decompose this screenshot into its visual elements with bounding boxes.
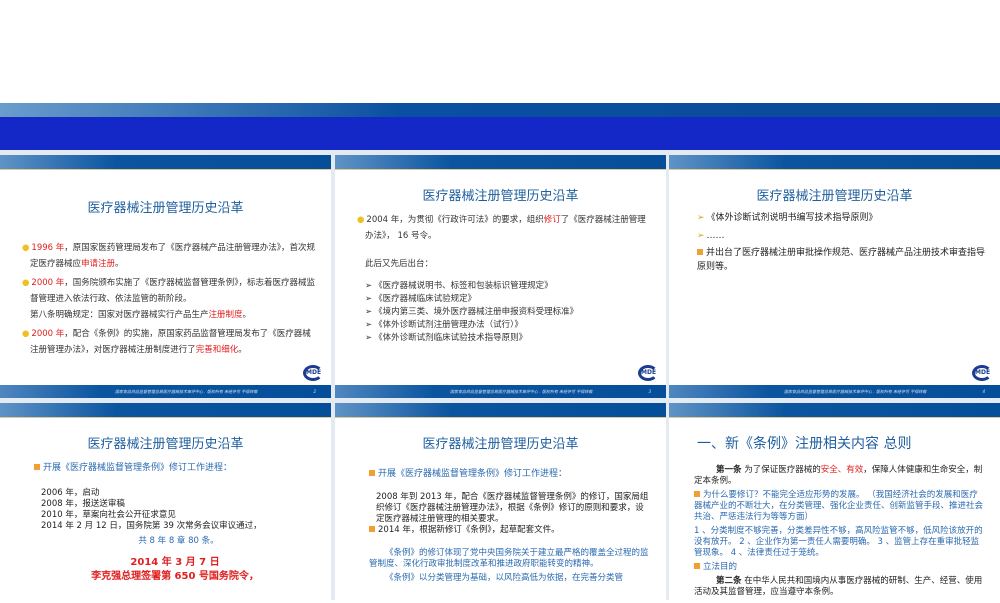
slide-thumbnail[interactable]: 一、新《条例》注册相关内容 总则 第一条 为了保证医疗器械的安全、有效，保障人体… [669, 403, 1000, 603]
slide-grid: 医疗器械注册管理历史沿革 ● 1996 年，原国家医药管理局发布了《医疗器械产品注… [0, 150, 1000, 603]
slide-footer: 国家食品药品监督管理总局医疗器械技术审评中心 . 版权所有 未经许可 不得转载 4 [669, 385, 1000, 398]
slide-body: ➢ 《体外诊断试剂说明书编写技术指导原则》 ➢…… 并出台了医疗器械注册审批操作规… [697, 213, 986, 272]
slide-thumbnail[interactable]: 医疗器械注册管理历史沿革 开展《医疗器械监督管理条例》修订工作进程： 2008 … [335, 403, 666, 603]
slide-title: 医疗器械注册管理历史沿革 [87, 437, 244, 452]
slide-title: 医疗器械注册管理历史沿革 [422, 437, 579, 452]
slide-thumbnail[interactable]: 医疗器械注册管理历史沿革 开展《医疗器械监督管理条例》修订工作进程： 2006 … [0, 403, 331, 603]
mde-logo: MDE [638, 365, 658, 381]
slide-title: 医疗器械注册管理历史沿革 [87, 201, 244, 216]
slide-body: ● 2004 年，为贯彻《行政许可法》的要求，组织修订了《医疗器械注册管理办法》，… [357, 215, 646, 343]
slide-body: ● 1996 年，原国家医药管理局发布了《医疗器械产品注册管理办法》，首次规定医疗… [22, 243, 316, 355]
slide-body: 第一条 为了保证医疗器械的安全、有效，保障人体健康和生命安全，制定本条例。 为什… [694, 465, 984, 597]
slide-body: 开展《医疗器械监督管理条例》修订工作进程： 2006 年，启动 2008 年，报… [34, 463, 316, 582]
mde-logo: MDE [972, 365, 992, 381]
slide-title: 一、新《条例》注册相关内容 总则 [697, 436, 912, 452]
top-blank-area [0, 0, 1000, 103]
slide-thumbnail[interactable]: 医疗器械注册管理历史沿革 ● 2004 年，为贯彻《行政许可法》的要求，组织修订了… [335, 155, 666, 398]
mde-logo: MDE [303, 365, 323, 381]
header-banner [0, 103, 1000, 150]
slide-thumbnail[interactable]: 医疗器械注册管理历史沿革 ● 1996 年，原国家医药管理局发布了《医疗器械产品注… [0, 155, 331, 398]
slide-thumbnail[interactable]: 医疗器械注册管理历史沿革 ➢ 《体外诊断试剂说明书编写技术指导原则》 ➢…… 并出… [669, 155, 1000, 398]
slide-footer: 国家食品药品监督管理总局医疗器械技术审评中心 . 版权所有 未经许可 不得转载 2 [0, 385, 331, 398]
slide-body: 开展《医疗器械监督管理条例》修订工作进程： 2008 年到 2013 年，配合《… [369, 469, 649, 583]
slide-title: 医疗器械注册管理历史沿革 [756, 189, 913, 204]
slide-title: 医疗器械注册管理历史沿革 [422, 189, 579, 204]
slide-footer: 国家食品药品监督管理总局医疗器械技术审评中心 . 版权所有 未经许可 不得转载 3 [335, 385, 666, 398]
